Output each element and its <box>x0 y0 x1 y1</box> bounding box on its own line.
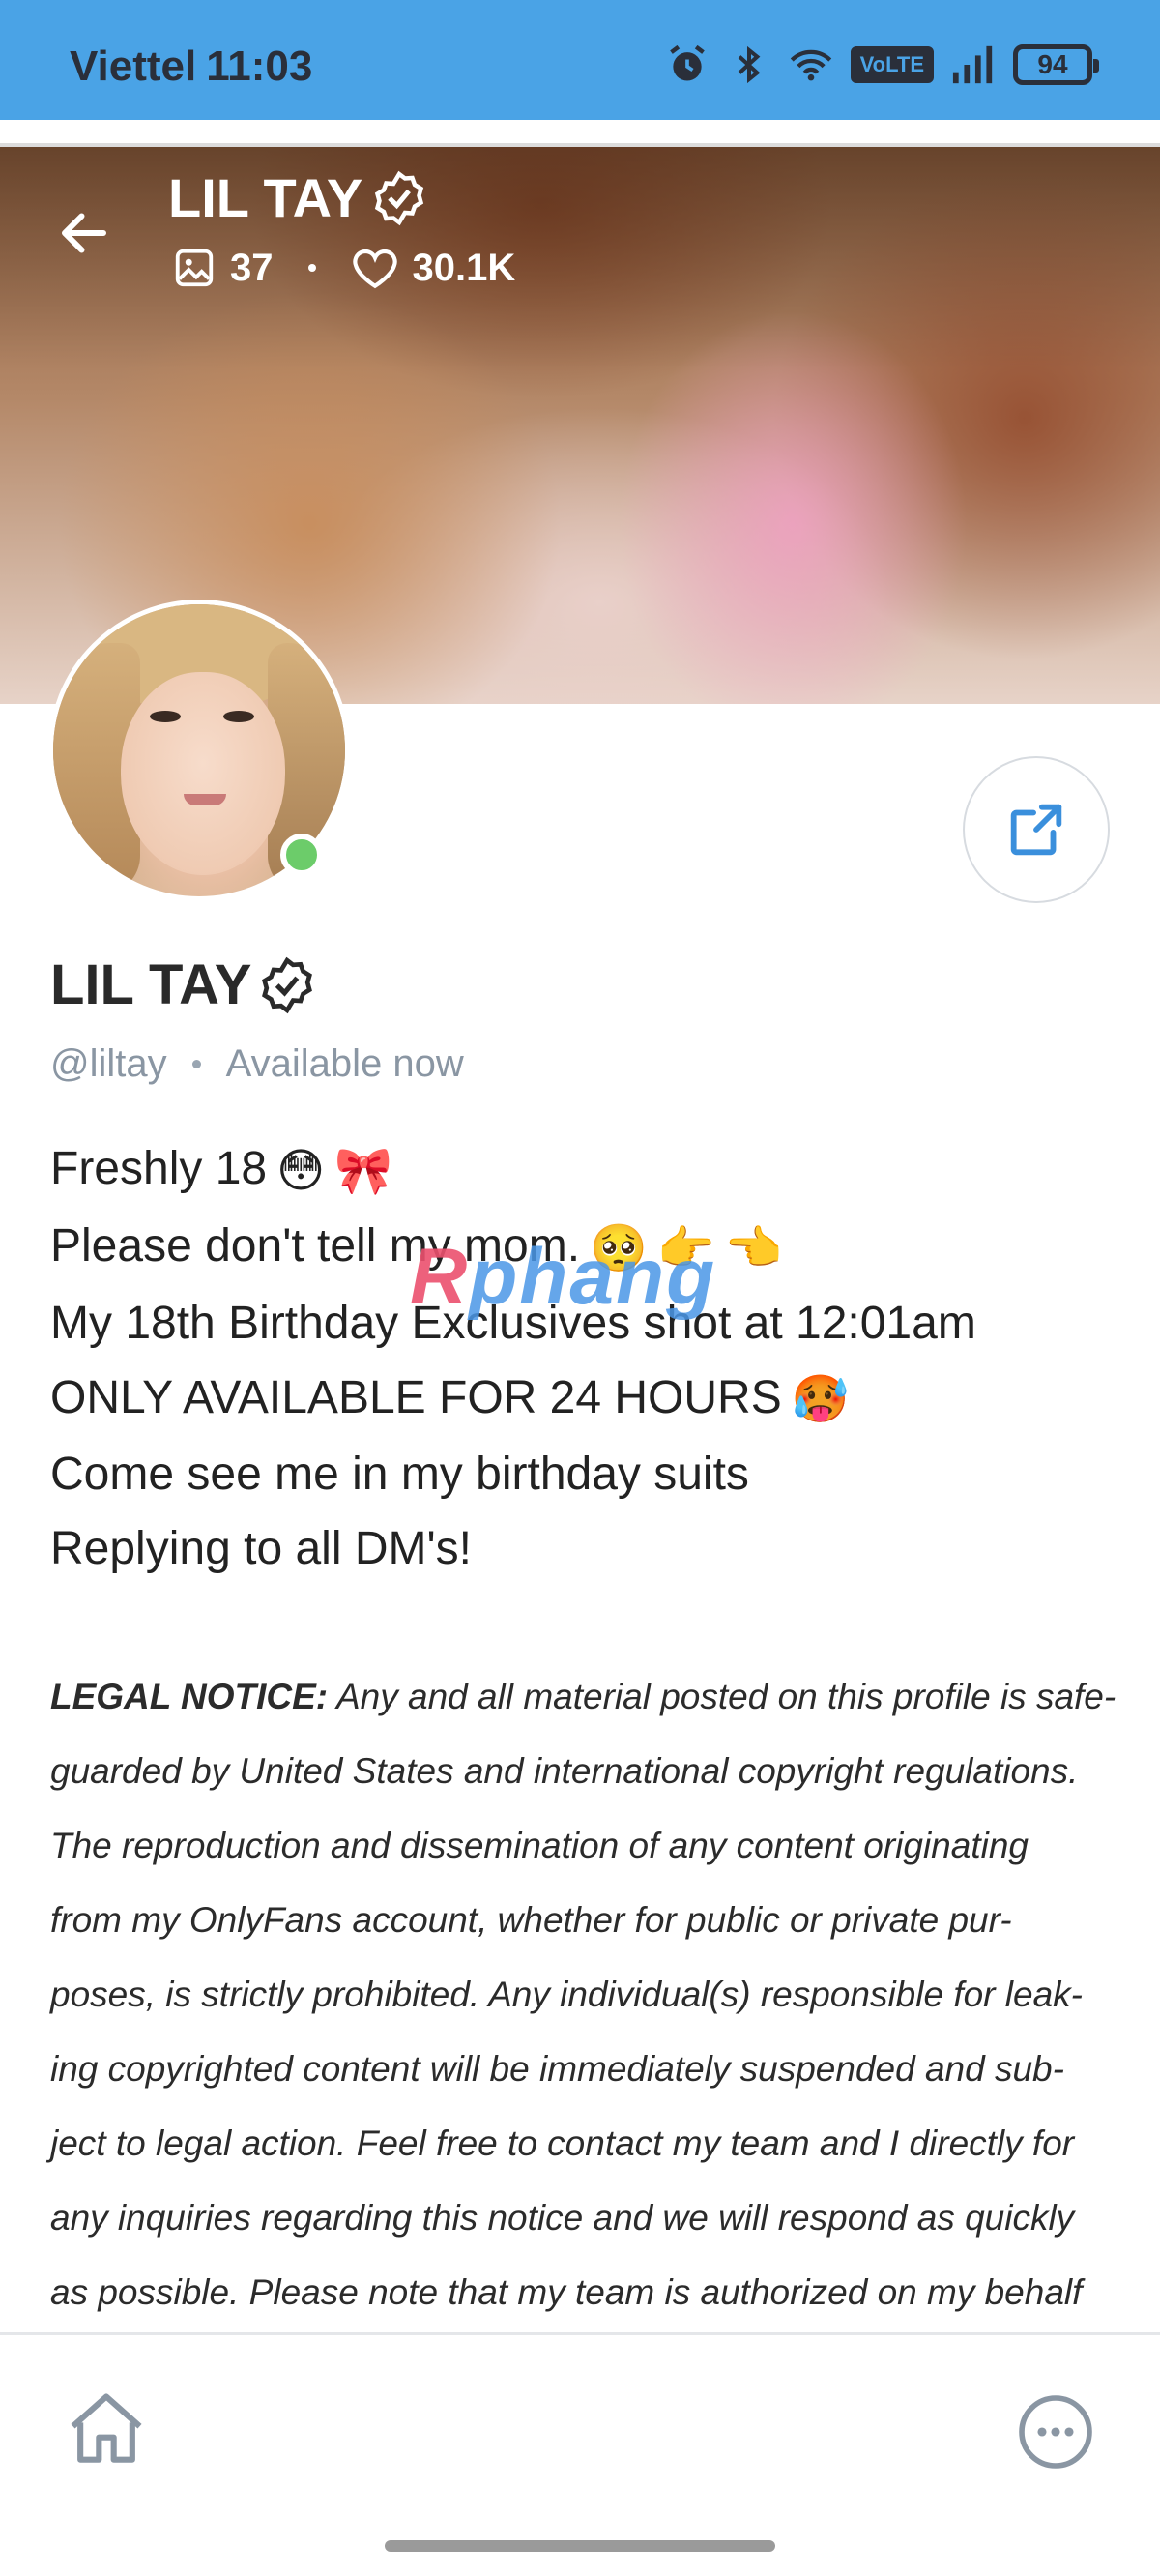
profile-name-text: LIL TAY <box>50 953 252 1016</box>
more-icon <box>1019 2395 1092 2469</box>
cover-stats: 37 30.1K <box>172 246 515 290</box>
home-button[interactable] <box>60 2384 153 2476</box>
bluetooth-icon <box>727 43 771 87</box>
separator-dot <box>307 264 316 272</box>
separator-dot <box>191 1060 201 1068</box>
bio-line: Come see me in my birthday suits <box>50 1449 749 1501</box>
profile-handle: @liltay <box>50 1042 167 1085</box>
legal-line: from my OnlyFans account, whether for pu… <box>50 1900 1012 1940</box>
bio-line: ONLY AVAILABLE FOR 24 HOURS 🥵 <box>50 1361 1114 1438</box>
watermark: Rphang <box>410 1233 717 1321</box>
cover-name: LIL TAY <box>168 167 363 228</box>
legal-line: LEGAL NOTICE: Any and all material poste… <box>50 1677 1116 1716</box>
availability-status: Available now <box>225 1042 464 1085</box>
top-divider <box>0 120 1160 147</box>
bio: Freshly 18 😳 🎀 Please don't tell my mom. 🥺 👉… <box>50 1131 1114 1586</box>
more-button[interactable] <box>1015 2391 1096 2473</box>
arrow-left-icon <box>62 213 106 253</box>
status-bar: Viettel 11:03 VoLTE 94 <box>0 0 1160 120</box>
clock: 11:03 <box>206 43 313 90</box>
hot-face-icon: 🥵 <box>791 1374 850 1426</box>
profile-meta: @liltay Available now <box>50 1042 464 1086</box>
wifi-icon <box>789 43 833 87</box>
home-icon <box>71 2393 142 2463</box>
image-icon <box>175 249 214 287</box>
legal-line: poses, is strictly prohibited. Any indiv… <box>50 1975 1083 2014</box>
legal-line: The reproduction and dissemination of an… <box>50 1826 1029 1865</box>
cover-title: LIL TAY <box>168 166 428 229</box>
home-indicator <box>385 2540 775 2552</box>
share-button[interactable] <box>963 756 1110 903</box>
bottom-nav <box>0 2332 1160 2576</box>
flushed-face-icon: 😳 <box>276 1145 326 1197</box>
legal-notice: LEGAL NOTICE: Any and all material poste… <box>50 1659 1116 2329</box>
legal-line: as possible. Please note that my team is… <box>50 2272 1083 2312</box>
bio-line: Replying to all DM's! <box>50 1523 472 1575</box>
likes-count: 30.1K <box>412 246 516 289</box>
back-button[interactable] <box>50 199 118 267</box>
legal-line: any inquiries regarding this notice and … <box>50 2198 1075 2238</box>
legal-line: ing copyrighted content will be immediat… <box>50 2049 1064 2089</box>
verified-badge-icon <box>375 170 424 225</box>
heart-icon <box>352 249 397 289</box>
legal-line: guarded by United States and internation… <box>50 1751 1079 1791</box>
legal-line: ject to legal action. Feel free to conta… <box>50 2123 1075 2163</box>
media-count: 37 <box>230 246 274 289</box>
profile-name: LIL TAY <box>50 952 317 1017</box>
legal-heading: LEGAL NOTICE: <box>50 1677 329 1716</box>
verified-badge-icon <box>262 956 313 1013</box>
ribbon-icon: 🎀 <box>334 1145 392 1197</box>
battery-icon: 94 <box>1013 44 1099 85</box>
status-icons: VoLTE 94 <box>665 43 1099 87</box>
carrier-label: Viettel <box>70 43 197 90</box>
signal-icon <box>951 43 996 87</box>
pointing-left-icon: 👈 <box>724 1222 783 1274</box>
volte-icon: VoLTE <box>850 46 934 83</box>
alarm-icon <box>665 43 710 87</box>
status-left: Viettel 11:03 <box>70 43 322 91</box>
online-status-indicator <box>280 834 323 876</box>
bio-line: Freshly 18 😳 🎀 <box>50 1131 1114 1209</box>
share-icon <box>1010 804 1062 856</box>
